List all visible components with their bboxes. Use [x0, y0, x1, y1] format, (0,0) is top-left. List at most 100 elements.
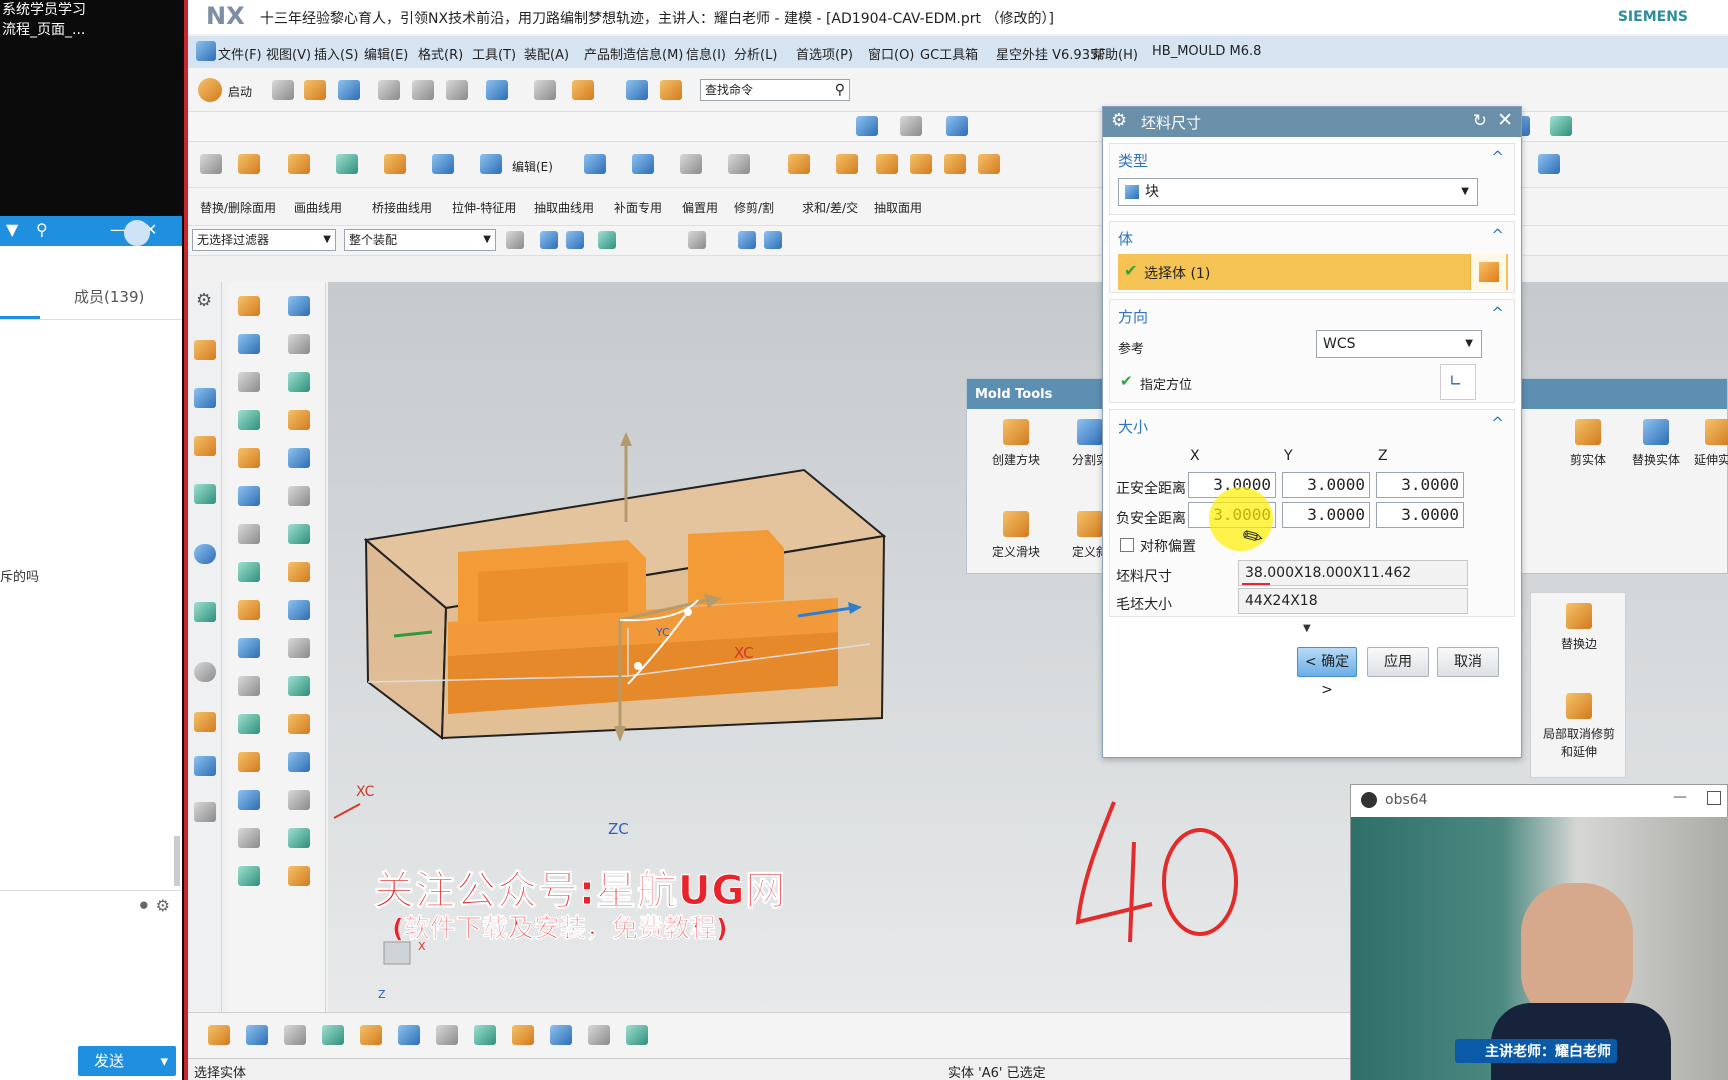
negative-offset-z-input[interactable]: 3.0000: [1376, 502, 1464, 528]
open-file-icon[interactable]: [304, 80, 326, 100]
dropdown-icon[interactable]: ▼: [6, 220, 18, 239]
edit-dropdown[interactable]: 编辑(E): [512, 158, 553, 175]
palette-tool-icon-1-11[interactable]: [288, 714, 310, 734]
cancel-button[interactable]: 取消: [1437, 647, 1499, 677]
tab-members[interactable]: 成员(139): [74, 286, 144, 307]
palette-tool-icon-1-13[interactable]: [288, 790, 310, 810]
system-scenes-icon[interactable]: [194, 802, 216, 822]
reuse-library-icon[interactable]: [194, 484, 216, 504]
menu-item-4[interactable]: 格式(R): [418, 44, 463, 63]
palette-tool-icon-1-9[interactable]: [288, 638, 310, 658]
render-style-icon[interactable]: [900, 116, 922, 136]
bottom-tool-icon-11[interactable]: [626, 1025, 648, 1045]
toolbar-dropdown-2[interactable]: 桥接曲线用: [372, 199, 432, 216]
chevron-up-icon[interactable]: ^: [1491, 226, 1504, 244]
toolbar-dropdown-7[interactable]: 修剪/割: [734, 199, 774, 216]
cut-icon[interactable]: [378, 80, 400, 100]
csys-dialog-button[interactable]: ∟: [1440, 364, 1476, 400]
toolbar-dropdown-8[interactable]: 求和/差/交: [802, 199, 858, 216]
mold-icon-1[interactable]: [788, 154, 810, 174]
toolbar-dropdown-1[interactable]: 画曲线用: [294, 199, 342, 216]
send-dropdown-icon[interactable]: ▾: [160, 1046, 168, 1076]
palette-tool-icon-0-9[interactable]: [238, 638, 260, 658]
search-icon[interactable]: ⚲: [835, 80, 845, 100]
window-icon[interactable]: [572, 80, 594, 100]
fit-view-icon[interactable]: [856, 116, 878, 136]
menu-item-11[interactable]: 窗口(O): [868, 44, 914, 63]
close-icon[interactable]: ✕: [1497, 109, 1513, 131]
menu-item-9[interactable]: 分析(L): [734, 44, 777, 63]
undo-icon[interactable]: [486, 80, 508, 100]
palette-tool-icon-0-3[interactable]: [238, 410, 260, 430]
menu-item-10[interactable]: 首选项(P): [796, 44, 853, 63]
process-studio-icon[interactable]: [194, 712, 216, 732]
palette-tool-icon-0-11[interactable]: [238, 714, 260, 734]
surface-icon[interactable]: [632, 154, 654, 174]
bottom-tool-icon-3[interactable]: [322, 1025, 344, 1045]
unite-icon[interactable]: [432, 154, 454, 174]
reset-icon[interactable]: ↻: [1473, 111, 1487, 131]
bottom-tool-icon-9[interactable]: [550, 1025, 572, 1045]
mold-icon-4[interactable]: [910, 154, 932, 174]
palette-tool-icon-1-6[interactable]: [288, 524, 310, 544]
minimize-icon[interactable]: —: [1673, 789, 1687, 805]
patch-icon[interactable]: [728, 154, 750, 174]
toolbar-dropdown-9[interactable]: 抽取面用: [874, 199, 922, 216]
shape-icon-5[interactable]: [1538, 154, 1560, 174]
bottom-tool-icon-10[interactable]: [588, 1025, 610, 1045]
people-icon[interactable]: ⚫: [137, 896, 150, 915]
replace-solid-button[interactable]: 替换实体: [1621, 419, 1691, 468]
trim-body-icon[interactable]: [584, 154, 606, 174]
edit-icon[interactable]: [480, 154, 502, 174]
palette-tool-icon-1-5[interactable]: [288, 486, 310, 506]
chevron-up-icon[interactable]: ^: [1491, 148, 1504, 166]
filter-icon-3[interactable]: [566, 231, 584, 249]
send-button[interactable]: 发送 ▾: [78, 1046, 176, 1076]
palette-tool-icon-0-7[interactable]: [238, 562, 260, 582]
mold-icon-3[interactable]: [876, 154, 898, 174]
palette-tool-icon-1-0[interactable]: [288, 296, 310, 316]
create-box-button[interactable]: 创建方块: [981, 419, 1051, 468]
palette-tool-icon-0-15[interactable]: [238, 866, 260, 886]
bottom-tool-icon-2[interactable]: [284, 1025, 306, 1045]
extrude-icon[interactable]: [238, 154, 260, 174]
bottom-tool-icon-0[interactable]: [208, 1025, 230, 1045]
palette-tool-icon-0-2[interactable]: [238, 372, 260, 392]
negative-offset-y-input[interactable]: 3.0000: [1282, 502, 1370, 528]
history-icon[interactable]: [194, 662, 216, 682]
palette-tool-icon-0-6[interactable]: [238, 524, 260, 544]
reference-select[interactable]: WCS ▼: [1316, 330, 1482, 358]
datum-icon[interactable]: [336, 154, 358, 174]
type-filter-select[interactable]: 无选择过滤器 ▼: [192, 229, 336, 251]
palette-tool-icon-1-15[interactable]: [288, 866, 310, 886]
chevron-up-icon[interactable]: ^: [1491, 414, 1504, 432]
revolve-icon[interactable]: [288, 154, 310, 174]
menu-item-13[interactable]: 星空外挂 V6.935F: [996, 44, 1106, 63]
palette-tool-icon-0-8[interactable]: [238, 600, 260, 620]
menu-item-0[interactable]: 文件(F): [218, 44, 262, 63]
symmetric-offset-checkbox[interactable]: [1120, 538, 1134, 552]
palette-tool-icon-1-1[interactable]: [288, 334, 310, 354]
chevron-up-icon[interactable]: ^: [1491, 304, 1504, 322]
menu-item-7[interactable]: 产品制造信息(M): [584, 44, 683, 63]
menu-item-6[interactable]: 装配(A): [524, 44, 569, 63]
paste-icon[interactable]: [446, 80, 468, 100]
handle-point-2[interactable]: [634, 662, 642, 670]
select-box-icon[interactable]: [688, 231, 706, 249]
filter-icon-4[interactable]: [598, 231, 616, 249]
palette-tool-icon-1-10[interactable]: [288, 676, 310, 696]
menu-item-8[interactable]: 信息(I): [686, 44, 726, 63]
part-navigator-icon[interactable]: [194, 340, 216, 360]
mold-icon-6[interactable]: [978, 154, 1000, 174]
toolbar-dropdown-4[interactable]: 抽取曲线用: [534, 199, 594, 216]
bottom-tool-icon-4[interactable]: [360, 1025, 382, 1045]
trim-solid-button[interactable]: 剪实体: [1553, 419, 1623, 468]
menu-item-3[interactable]: 编辑(E): [364, 44, 408, 63]
bottom-tool-icon-8[interactable]: [512, 1025, 534, 1045]
select-body-row[interactable]: ✔ 选择体 (1): [1118, 254, 1508, 290]
palette-tool-icon-1-12[interactable]: [288, 752, 310, 772]
palette-tool-icon-0-13[interactable]: [238, 790, 260, 810]
gear-icon[interactable]: ⚙: [196, 290, 212, 311]
mesh-icon[interactable]: [680, 154, 702, 174]
copy-icon[interactable]: [412, 80, 434, 100]
